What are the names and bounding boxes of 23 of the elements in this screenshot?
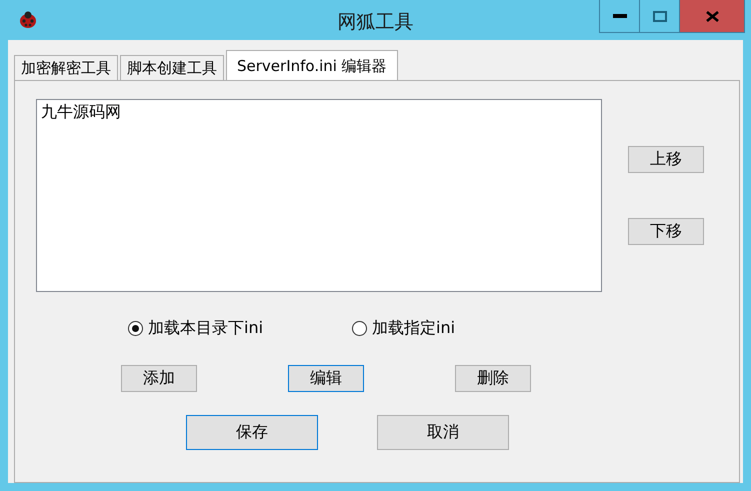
action-button[interactable]: 添加 xyxy=(121,365,197,392)
radio-label: 加载指定ini xyxy=(372,318,456,339)
maximize-icon xyxy=(652,10,666,22)
window-title: 网狐工具 xyxy=(338,10,414,35)
close-icon xyxy=(706,10,718,22)
action-button[interactable]: 编辑 xyxy=(288,365,364,392)
tab[interactable]: ServerInfo.ini 编辑器 xyxy=(226,50,398,80)
dialog-button[interactable]: 保存 xyxy=(186,415,318,450)
minimize-icon xyxy=(612,14,626,18)
tab[interactable]: 脚本创建工具 xyxy=(120,55,224,80)
radio-button[interactable] xyxy=(352,321,367,336)
dialog-button[interactable]: 取消 xyxy=(377,415,509,450)
radio-label: 加载本目录下ini xyxy=(148,318,264,339)
radio-button[interactable] xyxy=(128,321,143,336)
minimize-button[interactable] xyxy=(599,0,640,33)
move-button[interactable]: 下移 xyxy=(628,218,704,245)
action-button[interactable]: 删除 xyxy=(455,365,531,392)
ladybug-icon xyxy=(18,11,38,29)
close-button[interactable] xyxy=(679,0,745,33)
list-box[interactable]: 九牛源码网 xyxy=(36,99,602,292)
move-button[interactable]: 上移 xyxy=(628,146,704,173)
list-item[interactable]: 九牛源码网 xyxy=(39,102,599,122)
tab[interactable]: 加密解密工具 xyxy=(14,55,118,80)
